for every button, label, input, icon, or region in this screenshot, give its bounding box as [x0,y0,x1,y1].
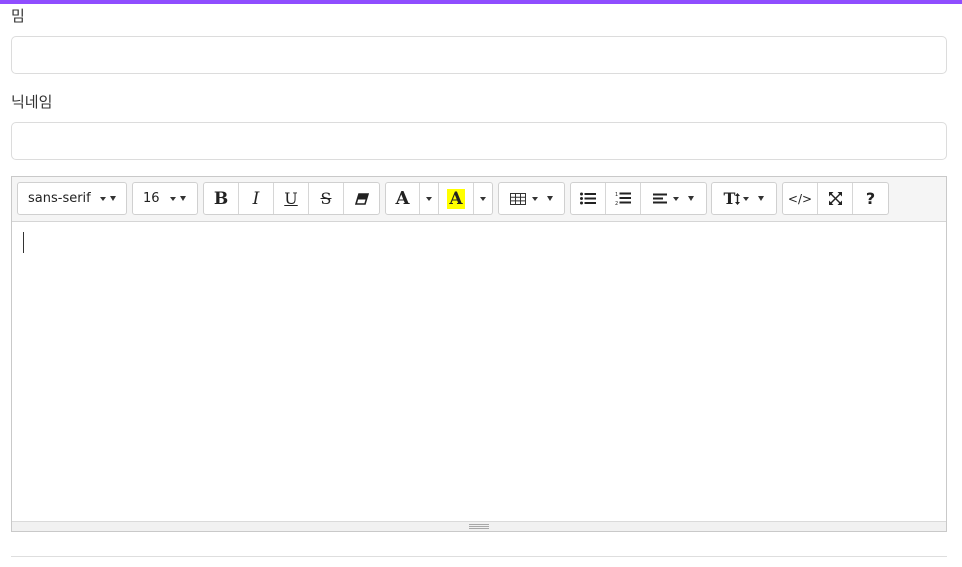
style-letter: T [723,189,736,208]
align-icon [653,193,667,204]
font-size-value: 16 [143,191,160,206]
font-family-dropdown[interactable]: sans-serif [18,183,126,214]
italic-button[interactable]: I [239,183,274,214]
meme-input[interactable] [11,36,947,74]
unordered-list-icon [580,192,596,205]
table-group [498,182,565,215]
caret-down-icon [426,196,432,201]
highlight-color-button[interactable]: A [439,183,474,214]
rich-text-editor: sans-serif 16 B I U S A A 1 2 T </> ? [11,176,947,532]
nickname-input[interactable] [11,122,947,160]
caret-down-icon [169,196,176,201]
chevron-down-icon [758,196,765,201]
table-icon [510,192,526,205]
line-height-dropdown[interactable]: T [712,183,776,214]
line-height-icon [735,192,741,205]
clear-format-button[interactable] [344,183,379,214]
font-family-group: sans-serif [17,182,127,215]
text-cursor [23,232,24,253]
field-label-meme: 밈 [11,7,25,25]
chevron-down-icon [109,196,116,201]
underline-button[interactable]: U [274,183,309,214]
font-color-dropdown[interactable] [420,183,439,214]
svg-text:2: 2 [615,201,618,206]
help-button[interactable]: ? [853,183,888,214]
table-dropdown[interactable] [499,183,564,214]
chevron-down-icon [688,196,694,201]
caret-down-icon [743,196,750,201]
highlight-letter: A [447,188,465,209]
chevron-down-icon [179,196,186,201]
font-color-button[interactable]: A [386,183,420,214]
align-dropdown[interactable] [641,183,706,214]
svg-text:1: 1 [615,192,618,198]
strikethrough-button[interactable]: S [309,183,344,214]
code-view-button[interactable]: </> [783,183,818,214]
eraser-icon [354,192,369,205]
bold-button[interactable]: B [204,183,239,214]
ordered-list-icon: 1 2 [615,192,631,206]
misc-group: </> ? [782,182,889,215]
font-size-dropdown[interactable]: 16 [133,183,197,214]
editor-resize-bar[interactable] [12,521,946,531]
top-accent-bar [0,0,962,4]
font-family-value: sans-serif [28,191,91,206]
fullscreen-icon [828,192,842,205]
editor-content-area[interactable] [12,222,946,521]
resize-grip-icon [469,524,489,530]
chevron-down-icon [547,196,553,201]
color-group: A A [385,182,493,215]
style-group: T [711,182,777,215]
fullscreen-button[interactable] [818,183,853,214]
unordered-list-button[interactable] [571,183,606,214]
field-label-nickname: 닉네임 [11,93,53,111]
section-divider [11,556,947,557]
caret-down-icon [673,196,679,201]
highlight-color-dropdown[interactable] [474,183,492,214]
caret-down-icon [99,196,106,201]
font-size-group: 16 [132,182,198,215]
paragraph-group: 1 2 [570,182,707,215]
caret-down-icon [532,196,538,201]
font-style-group: B I U S [203,182,380,215]
caret-down-icon [480,196,486,201]
editor-toolbar: sans-serif 16 B I U S A A 1 2 T </> ? [12,177,946,222]
ordered-list-button[interactable]: 1 2 [606,183,641,214]
